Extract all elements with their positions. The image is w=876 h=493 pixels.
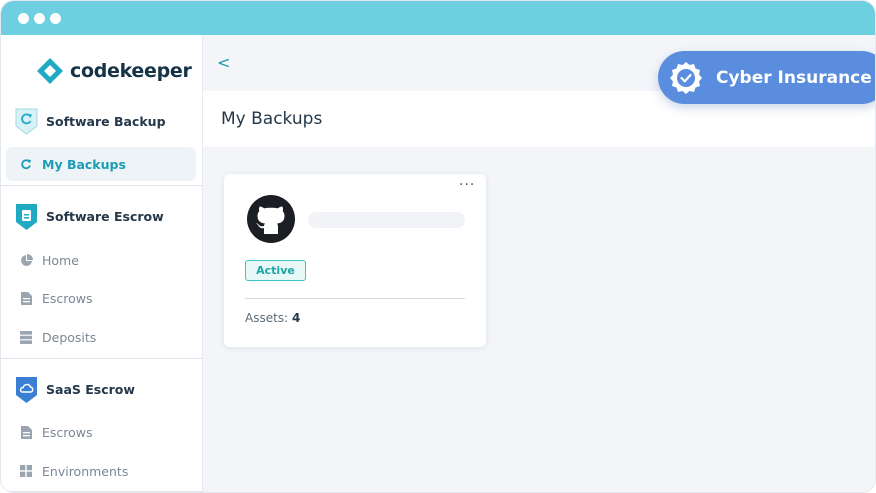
repository-name-placeholder [308,212,465,228]
sidebar-item-home[interactable]: Home [6,243,196,277]
section-divider [1,185,202,186]
refresh-icon [19,157,33,171]
back-button[interactable]: < [217,53,230,72]
window-control-dot[interactable] [18,13,29,24]
section-title: Software Backup [46,113,166,129]
window-titlebar [1,1,875,35]
assets-label: Assets: [245,311,289,325]
window-control-dot[interactable] [34,13,45,24]
assets-value: 4 [291,311,301,325]
sidebar-item-deposits[interactable]: Deposits [6,320,196,354]
pie-chart-icon [19,253,33,267]
server-icon [19,330,33,344]
escrow-shield-icon [16,204,37,230]
github-icon [247,195,295,243]
section-software-backup: Software Backup [14,107,166,135]
section-divider [1,358,202,359]
document-icon [19,291,33,305]
verified-seal-icon [670,61,702,94]
cloud-shield-icon [16,377,37,403]
sidebar-item-label: Deposits [42,329,97,345]
brand-name: codekeeper [70,60,192,82]
sidebar: codekeeper Software Backup My Backups So… [1,35,203,492]
section-software-escrow: Software Escrow [14,202,164,231]
page-title: My Backups [221,109,323,129]
section-divider [1,491,202,492]
cyber-insurance-badge[interactable]: Cyber Insurance [658,51,875,104]
codekeeper-logo-icon [37,58,63,84]
sidebar-item-label: Escrows [42,424,93,440]
document-icon [19,425,33,439]
sidebar-item-label: Escrows [42,290,93,306]
app-window: codekeeper Software Backup My Backups So… [0,0,876,493]
sidebar-item-environments[interactable]: Environments [6,454,196,488]
backup-shield-icon [15,108,38,135]
card-divider [245,298,465,299]
cyber-insurance-label: Cyber Insurance [716,67,872,88]
sidebar-item-saas-escrows[interactable]: Escrows [6,415,196,449]
sidebar-item-escrows[interactable]: Escrows [6,281,196,315]
sidebar-item-label: Environments [42,463,129,479]
section-title: SaaS Escrow [46,382,135,397]
sidebar-item-label: Home [42,252,79,268]
status-badge: Active [245,260,306,281]
sidebar-item-my-backups[interactable]: My Backups [6,147,196,181]
more-options-button[interactable]: ··· [459,177,475,193]
grid-icon [19,464,33,478]
section-title: Software Escrow [46,209,164,224]
window-control-dot[interactable] [50,13,61,24]
section-saas-escrow: SaaS Escrow [14,375,135,404]
brand-logo[interactable]: codekeeper [36,57,192,85]
backup-card[interactable]: ··· Active Assets: 4 [224,174,486,347]
sidebar-item-label: My Backups [42,156,126,172]
assets-count: Assets: 4 [245,311,300,325]
